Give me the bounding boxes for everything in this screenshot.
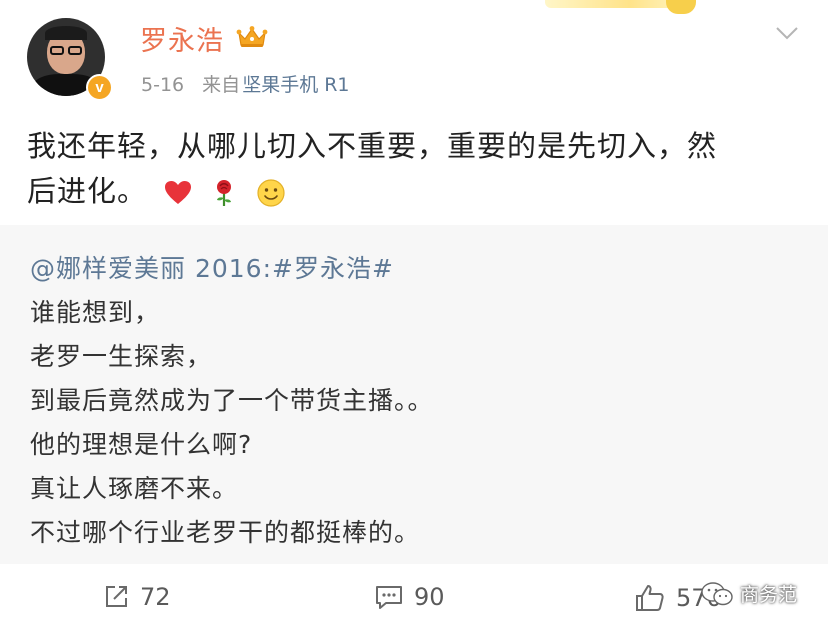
repost-line: 老罗一生探索， [30, 342, 213, 371]
heart-icon [165, 181, 192, 204]
comment-count: 90 [414, 583, 445, 611]
crown-icon [236, 26, 268, 47]
rose-icon [217, 180, 232, 206]
repost-count: 72 [140, 583, 171, 611]
wechat-icon [701, 581, 733, 605]
repost-line: 谁能想到， [30, 298, 161, 327]
comment-button[interactable]: 90 [374, 583, 445, 611]
smile-icon [257, 179, 285, 207]
post-text: 我还年轻，从哪儿切入不重要，重要的是先切入，然 后进化。 [27, 124, 797, 214]
repost-button[interactable]: 72 [102, 583, 171, 611]
repost-line: 到最后竟然成为了一个带货主播。。 [30, 386, 434, 415]
source-device-link[interactable]: 坚果手机 R1 [242, 74, 349, 96]
comment-icon [376, 586, 402, 609]
watermark: 商务范 [700, 580, 797, 607]
weibo-post-card: v 罗永浩 5-16 来自 坚果手机 R1 我还年轻，从哪儿切入不重要，重要的是先… [0, 0, 828, 626]
verified-badge-icon: v [86, 74, 113, 101]
action-bar: 72 90 570 商务范 [0, 564, 828, 626]
avatar-hair [45, 26, 87, 40]
post-text-line: 我还年轻，从哪儿切入不重要，重要的是先切入，然 [27, 129, 718, 163]
avatar-glasses-left [50, 46, 64, 55]
post-meta: 5-16 来自 坚果手机 R1 [141, 70, 350, 97]
repost-header: @娜样爱美丽 2016:#罗永浩# [30, 249, 394, 285]
repost-line: 他的理想是什么啊? [30, 430, 253, 459]
thumbs-up-icon [636, 585, 664, 611]
share-icon [106, 586, 127, 607]
post-text-line-2: 后进化。 [27, 174, 148, 208]
source-prefix: 来自 [202, 74, 241, 96]
repost-hashtag-link[interactable]: #罗永浩# [272, 254, 394, 283]
header-decoration [545, 0, 685, 8]
repost-line: 不过哪个行业老罗干的都挺棒的。 [30, 518, 421, 547]
header-decoration-gem [666, 0, 696, 14]
repost-block[interactable]: @娜样爱美丽 2016:#罗永浩# 谁能想到， 老罗一生探索， 到最后竟然成为了… [0, 225, 828, 564]
username[interactable]: 罗永浩 [140, 19, 224, 58]
repost-line: 真让人琢磨不来。 [30, 474, 239, 503]
post-text-line: 后进化。 [27, 169, 797, 214]
chevron-down-icon[interactable] [775, 26, 799, 40]
watermark-text: 商务范 [740, 584, 798, 606]
avatar-glasses-right [68, 46, 82, 55]
post-date: 5-16 [141, 74, 185, 96]
repost-author-link[interactable]: @娜样爱美丽 2016: [30, 254, 272, 283]
